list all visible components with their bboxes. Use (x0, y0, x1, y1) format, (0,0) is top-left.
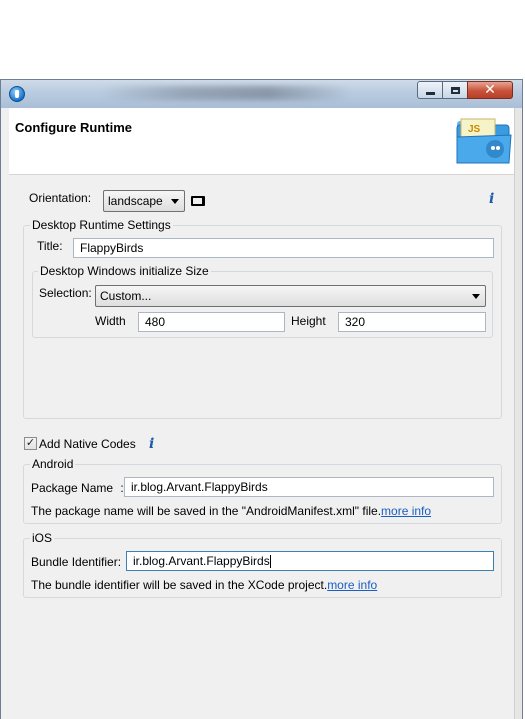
package-name-text: Package Name (31, 481, 114, 495)
add-native-codes-label[interactable]: Add Native Codes (39, 437, 136, 451)
screen-icon (191, 196, 205, 206)
orientation-select[interactable]: landscape (103, 190, 185, 212)
info-icon[interactable]: i (149, 436, 154, 452)
width-label: Width (95, 314, 126, 328)
orientation-label: Orientation: (29, 191, 92, 205)
ios-more-info-link[interactable]: more info (327, 578, 377, 592)
close-button[interactable]: ✕ (467, 81, 513, 99)
height-label: Height (291, 314, 326, 328)
bundle-identifier-field[interactable]: ir.blog.Arvant.FlappyBirds (126, 551, 494, 571)
app-icon[interactable] (9, 86, 25, 102)
android-note: The package name will be saved in the "A… (31, 504, 431, 518)
title-label: Title: (37, 239, 63, 253)
desktop-runtime-title: Desktop Runtime Settings (30, 218, 173, 232)
title-field[interactable]: FlappyBirds (73, 238, 494, 258)
chevron-down-icon (171, 199, 179, 204)
text-caret (269, 555, 271, 569)
orientation-value: landscape (108, 194, 163, 208)
android-title: Android (30, 457, 76, 471)
selection-label: Selection: (39, 286, 92, 300)
ios-title: iOS (30, 531, 55, 545)
bundle-identifier-value: ir.blog.Arvant.FlappyBirds (133, 554, 270, 568)
selection-select[interactable]: Custom... (95, 285, 486, 307)
info-icon[interactable]: i (489, 191, 494, 207)
chevron-down-icon (472, 294, 480, 299)
package-name-field[interactable]: ir.blog.Arvant.FlappyBirds (124, 477, 494, 497)
window-size-title: Desktop Windows initialize Size (38, 264, 211, 278)
js-folder-icon: JS (456, 118, 512, 164)
page-title: Configure Runtime (15, 120, 132, 135)
close-icon: ✕ (484, 82, 496, 98)
dialog-header: Configure Runtime JS (9, 108, 516, 175)
blurred-title (101, 86, 351, 100)
package-name-label: Package Name : (31, 481, 124, 495)
window-edge (514, 108, 522, 719)
android-more-info-link[interactable]: more info (381, 504, 431, 518)
android-note-text: The package name will be saved in the "A… (31, 504, 382, 518)
width-field[interactable]: 480 (138, 312, 285, 332)
add-native-codes-checkbox[interactable]: ✓ (24, 437, 37, 450)
ios-note-text: The bundle identifier will be saved in t… (31, 578, 328, 592)
selection-value: Custom... (100, 289, 152, 303)
title-bar[interactable]: ✕ (1, 80, 522, 108)
minimize-button[interactable] (417, 81, 443, 99)
minimize-icon (425, 91, 435, 95)
folder-icon-text: JS (468, 124, 481, 135)
maximize-icon (450, 86, 460, 94)
ios-note: The bundle identifier will be saved in t… (31, 578, 377, 592)
bundle-identifier-label: Bundle Identifier: (31, 555, 122, 569)
height-field[interactable]: 320 (338, 312, 486, 332)
maximize-button[interactable] (442, 81, 468, 99)
